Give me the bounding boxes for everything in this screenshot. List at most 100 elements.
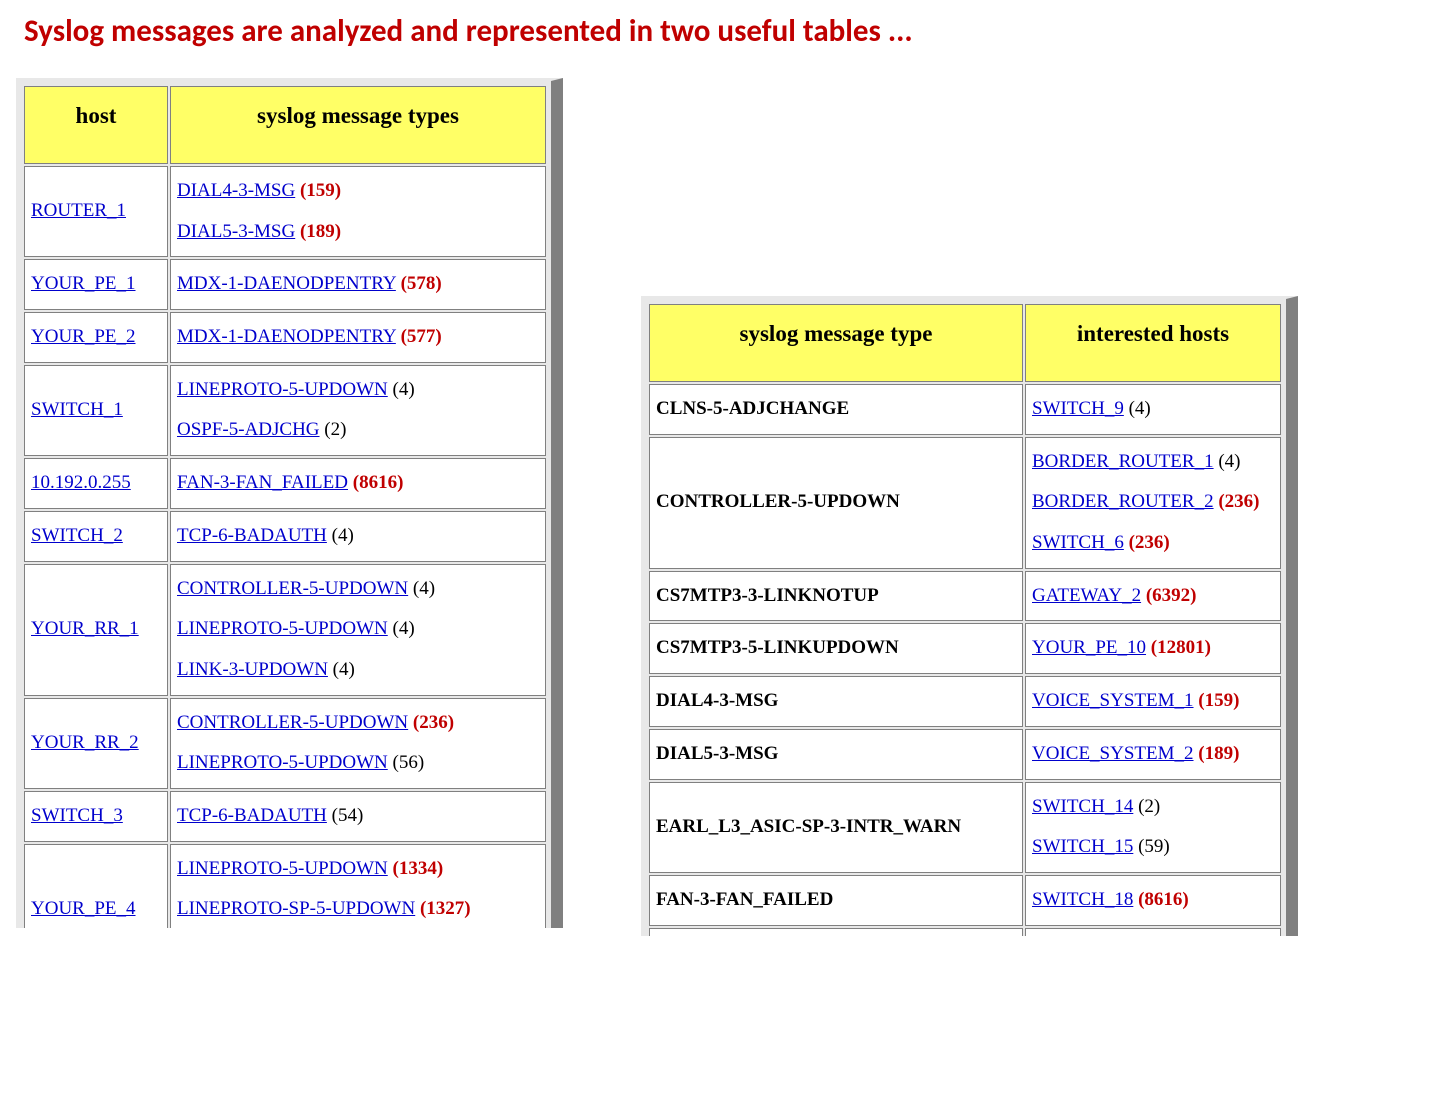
col-hosts: interested hosts — [1025, 304, 1281, 382]
message-count: (8616) — [353, 472, 404, 493]
messages-cell: CONTROLLER-5-UPDOWN (236) LINEPROTO-5-UPD… — [170, 698, 546, 789]
message-link[interactable]: CONTROLLER-5-UPDOWN — [177, 578, 408, 599]
msgtype-label: CS7MTP3-5-LINKUPDOWN — [656, 637, 899, 658]
message-count: (1327) — [420, 898, 471, 919]
message-count: (4) — [333, 659, 355, 680]
msgtype-table: syslog message type interested hosts CLN… — [647, 302, 1283, 936]
host-entry: YOUR_PE_10 (10) — [1032, 933, 1272, 936]
message-entry: DIAL4-3-MSG (159) — [177, 171, 537, 212]
message-link[interactable]: MDX-1-DAENODPENTRY — [177, 273, 396, 294]
host-entry: SWITCH_9 (4) — [1032, 389, 1272, 430]
host-link[interactable]: VOICE_SYSTEM_1 — [1032, 690, 1194, 711]
table-row: DIAL4-3-MSG VOICE_SYSTEM_1 (159) — [649, 676, 1281, 727]
table-row: CONTROLLER-5-UPDOWNBORDER_ROUTER_1 (4)BO… — [649, 437, 1281, 569]
message-count: (56) — [393, 752, 425, 773]
message-link[interactable]: CONTROLLER-5-UPDOWN — [177, 712, 408, 733]
message-count: (577) — [401, 326, 442, 347]
messages-cell: DIAL4-3-MSG (159)DIAL5-3-MSG (189) — [170, 166, 546, 257]
col-msg-types: syslog message types — [170, 86, 546, 164]
host-entry: GATEWAY_2 (6392) — [1032, 576, 1272, 617]
table-header-row: syslog message type interested hosts — [649, 304, 1281, 382]
messages-cell: CONTROLLER-5-UPDOWN (4) LINEPROTO-5-UPDOW… — [170, 564, 546, 696]
host-link[interactable]: YOUR_PE_1 — [31, 273, 136, 294]
host-link[interactable]: YOUR_PE_10 — [1032, 637, 1146, 658]
host-entry: SWITCH_18 (8616) — [1032, 880, 1272, 921]
host-link[interactable]: GATEWAY_2 — [1032, 585, 1141, 606]
messages-cell: LINEPROTO-5-UPDOWN (1334) LINEPROTO-SP-5-… — [170, 844, 546, 928]
message-entry: LINEPROTO-5-UPDOWN (1334) — [177, 849, 537, 890]
host-link[interactable]: SWITCH_2 — [31, 525, 123, 546]
message-entry: CONTROLLER-5-UPDOWN (236) — [177, 703, 537, 744]
host-cell: YOUR_PE_4 — [24, 844, 168, 928]
tables-container: host syslog message types ROUTER_1DIAL4-… — [20, 78, 1427, 936]
messages-cell: TCP-6-BADAUTH (4) — [170, 511, 546, 562]
msgtype-table-outer: syslog message type interested hosts CLN… — [641, 296, 1298, 936]
message-link[interactable]: LINEPROTO-5-UPDOWN — [177, 618, 388, 639]
message-entry: CONTROLLER-5-UPDOWN (4) — [177, 569, 537, 610]
host-count: (236) — [1218, 491, 1259, 512]
host-link[interactable]: BORDER_ROUTER_2 — [1032, 491, 1214, 512]
msgtype-cell: CS7MTP3-3-LINKNOTUP — [649, 571, 1023, 622]
table-row: FAN-3-FAN_FAILEDSWITCH_18 (8616) — [649, 875, 1281, 926]
msgtype-label: CONTROLLER-5-UPDOWN — [656, 491, 900, 512]
message-count: (236) — [413, 712, 454, 733]
host-link[interactable]: SWITCH_9 — [1032, 398, 1124, 419]
host-link[interactable]: YOUR_RR_2 — [31, 732, 139, 753]
message-count: (159) — [300, 180, 341, 201]
host-entry: VOICE_SYSTEM_2 (189) — [1032, 734, 1272, 775]
table-row: CS7MTP3-5-LINKUPDOWNYOUR_PE_10 (12801) — [649, 623, 1281, 674]
host-link[interactable]: BORDER_ROUTER_1 — [1032, 451, 1214, 472]
message-entry: LINK-3-UPDOWN (4) — [177, 650, 537, 691]
message-entry: TCP-6-BADAUTH (4) — [177, 516, 537, 557]
message-link[interactable]: LINK-3-UPDOWN — [177, 659, 328, 680]
message-link[interactable]: OSPF-5-ADJCHG — [177, 419, 320, 440]
host-link[interactable]: SWITCH_18 — [1032, 889, 1133, 910]
message-entry: FAN-3-FAN_FAILED (8616) — [177, 463, 537, 504]
message-link[interactable]: LINEPROTO-SP-5-UPDOWN — [177, 898, 415, 919]
host-link[interactable]: ROUTER_1 — [31, 200, 126, 221]
host-link[interactable]: VOICE_SYSTEM_2 — [1032, 743, 1194, 764]
messages-cell: LINEPROTO-5-UPDOWN (4)OSPF-5-ADJCHG (2) — [170, 365, 546, 456]
host-entry: VOICE_SYSTEM_1 (159) — [1032, 681, 1272, 722]
message-link[interactable]: DIAL5-3-MSG — [177, 221, 295, 242]
host-link[interactable]: 10.192.0.255 — [31, 472, 131, 493]
message-link[interactable]: LINEPROTO-5-UPDOWN — [177, 858, 388, 879]
host-cell: SWITCH_1 — [24, 365, 168, 456]
msgtype-label: EARL_L3_ASIC-SP-3-INTR_WARN — [656, 816, 961, 837]
msgtype-label: DIAL5-3-MSG — [656, 743, 778, 764]
host-entry: SWITCH_6 (236) — [1032, 523, 1272, 564]
message-link[interactable]: DIAL4-3-MSG — [177, 180, 295, 201]
message-link[interactable]: MDX-1-DAENODPENTRY — [177, 326, 396, 347]
msgtype-label: CS7MTP3-3-LINKNOTUP — [656, 585, 879, 606]
table-row: YOUR_RR_2 CONTROLLER-5-UPDOWN (236) LINEPR… — [24, 698, 546, 789]
host-count: (4) — [1129, 398, 1151, 419]
host-link[interactable]: YOUR_PE_2 — [31, 326, 136, 347]
message-link[interactable]: TCP-6-BADAUTH — [177, 805, 327, 826]
hosts-cell: YOUR_PE_10 (10) — [1025, 928, 1281, 936]
table-row: IF-4-BACKWARD_COUNTERSYOUR_PE_10 (10) — [649, 928, 1281, 936]
hosts-cell: VOICE_SYSTEM_1 (159) — [1025, 676, 1281, 727]
host-link[interactable]: SWITCH_6 — [1032, 532, 1124, 553]
table-row: YOUR_PE_1MDX-1-DAENODPENTRY (578) — [24, 259, 546, 310]
messages-cell: TCP-6-BADAUTH (54) — [170, 791, 546, 842]
host-link[interactable]: YOUR_RR_1 — [31, 618, 139, 639]
host-link[interactable]: SWITCH_14 — [1032, 796, 1133, 817]
table-row: YOUR_RR_1 CONTROLLER-5-UPDOWN (4) LINEPROT… — [24, 564, 546, 696]
message-link[interactable]: LINEPROTO-5-UPDOWN — [177, 379, 388, 400]
message-entry: LINEPROTO-5-UPDOWN (4) — [177, 370, 537, 411]
host-link[interactable]: SWITCH_15 — [1032, 836, 1133, 857]
message-link[interactable]: TCP-6-BADAUTH — [177, 525, 327, 546]
host-link[interactable]: YOUR_PE_4 — [31, 898, 136, 919]
host-entry: SWITCH_15 (59) — [1032, 827, 1272, 868]
msgtype-cell: CONTROLLER-5-UPDOWN — [649, 437, 1023, 569]
message-entry: DIAL5-3-MSG (189) — [177, 212, 537, 253]
host-count: (159) — [1198, 690, 1239, 711]
host-cell: YOUR_PE_2 — [24, 312, 168, 363]
host-link[interactable]: SWITCH_1 — [31, 399, 123, 420]
host-link[interactable]: SWITCH_3 — [31, 805, 123, 826]
msgtype-label: DIAL4-3-MSG — [656, 690, 778, 711]
host-count: (6392) — [1146, 585, 1197, 606]
host-cell: YOUR_PE_1 — [24, 259, 168, 310]
message-link[interactable]: LINEPROTO-5-UPDOWN — [177, 752, 388, 773]
message-link[interactable]: FAN-3-FAN_FAILED — [177, 472, 348, 493]
